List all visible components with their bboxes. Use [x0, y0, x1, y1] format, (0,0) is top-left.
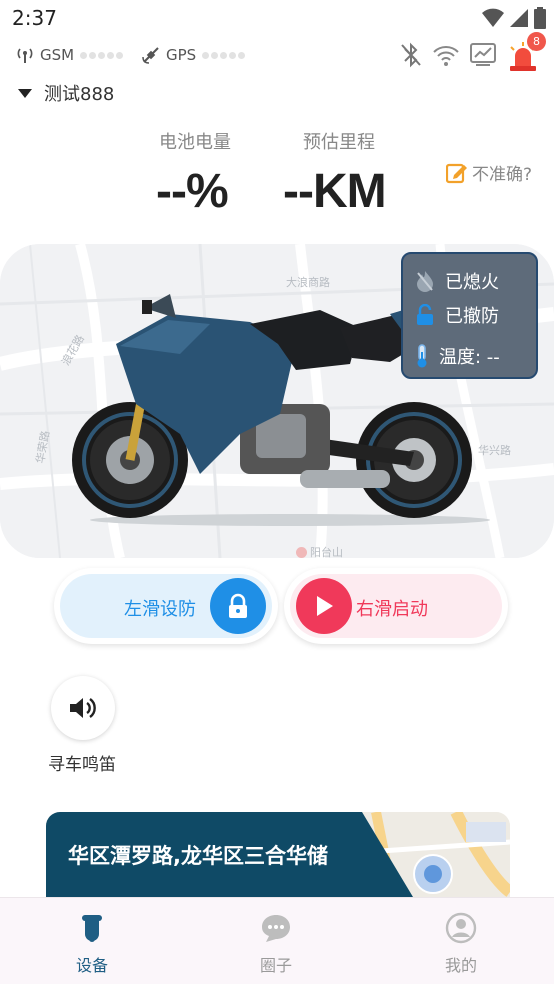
- slide-start-knob[interactable]: [296, 578, 352, 634]
- temperature-status: 温度: --: [415, 343, 500, 369]
- gps-signal-dots: [202, 51, 246, 59]
- status-icons: [482, 7, 546, 29]
- user-icon: [445, 912, 477, 944]
- device-status-row: GSM GPS 8: [16, 32, 546, 71]
- slide-start-label: 右滑启动: [356, 599, 428, 620]
- gsm-label: GSM: [40, 46, 75, 64]
- tab-profile[interactable]: 我的: [421, 912, 501, 976]
- address-text: 华区潭罗路,龙华区三合华储: [68, 844, 328, 868]
- lock-icon: [229, 593, 247, 618]
- wifi-icon: [482, 8, 504, 27]
- ignition-status: 已熄火: [415, 268, 499, 294]
- slide-arm-label: 左滑设防: [124, 599, 196, 620]
- honk-button[interactable]: [51, 676, 115, 740]
- speaker-icon: [70, 698, 96, 718]
- status-time: 2:37: [12, 6, 57, 30]
- honk-label: 寻车鸣笛: [48, 755, 116, 775]
- chart-icon[interactable]: [470, 43, 496, 67]
- scooter-icon: [82, 915, 102, 942]
- edit-icon: [446, 163, 467, 183]
- tab-device-label: 设备: [75, 956, 108, 975]
- device-right-icons: 8: [400, 32, 546, 74]
- range-value: --KM: [283, 165, 387, 218]
- alert-count-badge: 8: [527, 32, 546, 51]
- thermometer-icon: [417, 344, 427, 368]
- disarm-status: 已撤防: [415, 302, 499, 328]
- temperature-text: 温度: --: [439, 347, 500, 368]
- ignition-text: 已熄火: [445, 272, 499, 293]
- gps-status: GPS: [142, 46, 246, 64]
- battery-icon: [534, 7, 546, 29]
- slide-start-control[interactable]: 右滑启动: [284, 568, 508, 644]
- vehicle-status-panel: 已熄火 已撤防 温度: --: [401, 252, 538, 379]
- not-accurate-label: 不准确?: [472, 165, 533, 185]
- status-bar: 2:37: [0, 0, 554, 38]
- chat-bubble-icon: [262, 915, 290, 942]
- bottom-nav: 设备 圈子 我的: [0, 897, 554, 984]
- antenna-icon: [17, 48, 33, 63]
- gsm-signal-dots: [80, 51, 124, 59]
- unlock-icon: [417, 304, 433, 325]
- tab-profile-label: 我的: [444, 956, 477, 975]
- tab-device[interactable]: 设备: [52, 912, 132, 976]
- battery-value: --%: [156, 165, 229, 218]
- play-icon: [317, 596, 333, 616]
- wifi-outline-icon[interactable]: [432, 43, 460, 67]
- alarm-button[interactable]: 8: [506, 32, 546, 74]
- cell-signal-icon: [510, 9, 528, 27]
- tab-circle[interactable]: 圈子: [236, 912, 316, 976]
- gps-label: GPS: [166, 46, 197, 64]
- satellite-icon: [142, 47, 159, 64]
- device-name: 测试888: [44, 84, 115, 105]
- gsm-status: GSM: [16, 46, 124, 64]
- device-selector[interactable]: 测试888: [18, 80, 114, 106]
- battery-label: 电池电量: [159, 132, 231, 153]
- bluetooth-off-icon[interactable]: [400, 42, 422, 68]
- slide-arm-control[interactable]: 左滑设防: [54, 568, 278, 644]
- tab-circle-label: 圈子: [259, 956, 292, 975]
- slide-arm-knob[interactable]: [210, 578, 266, 634]
- disarm-text: 已撤防: [445, 306, 499, 327]
- range-label: 预估里程: [303, 132, 375, 153]
- caret-down-icon: [18, 88, 32, 98]
- not-accurate-button[interactable]: 不准确?: [446, 160, 532, 185]
- flame-icon: [417, 271, 433, 292]
